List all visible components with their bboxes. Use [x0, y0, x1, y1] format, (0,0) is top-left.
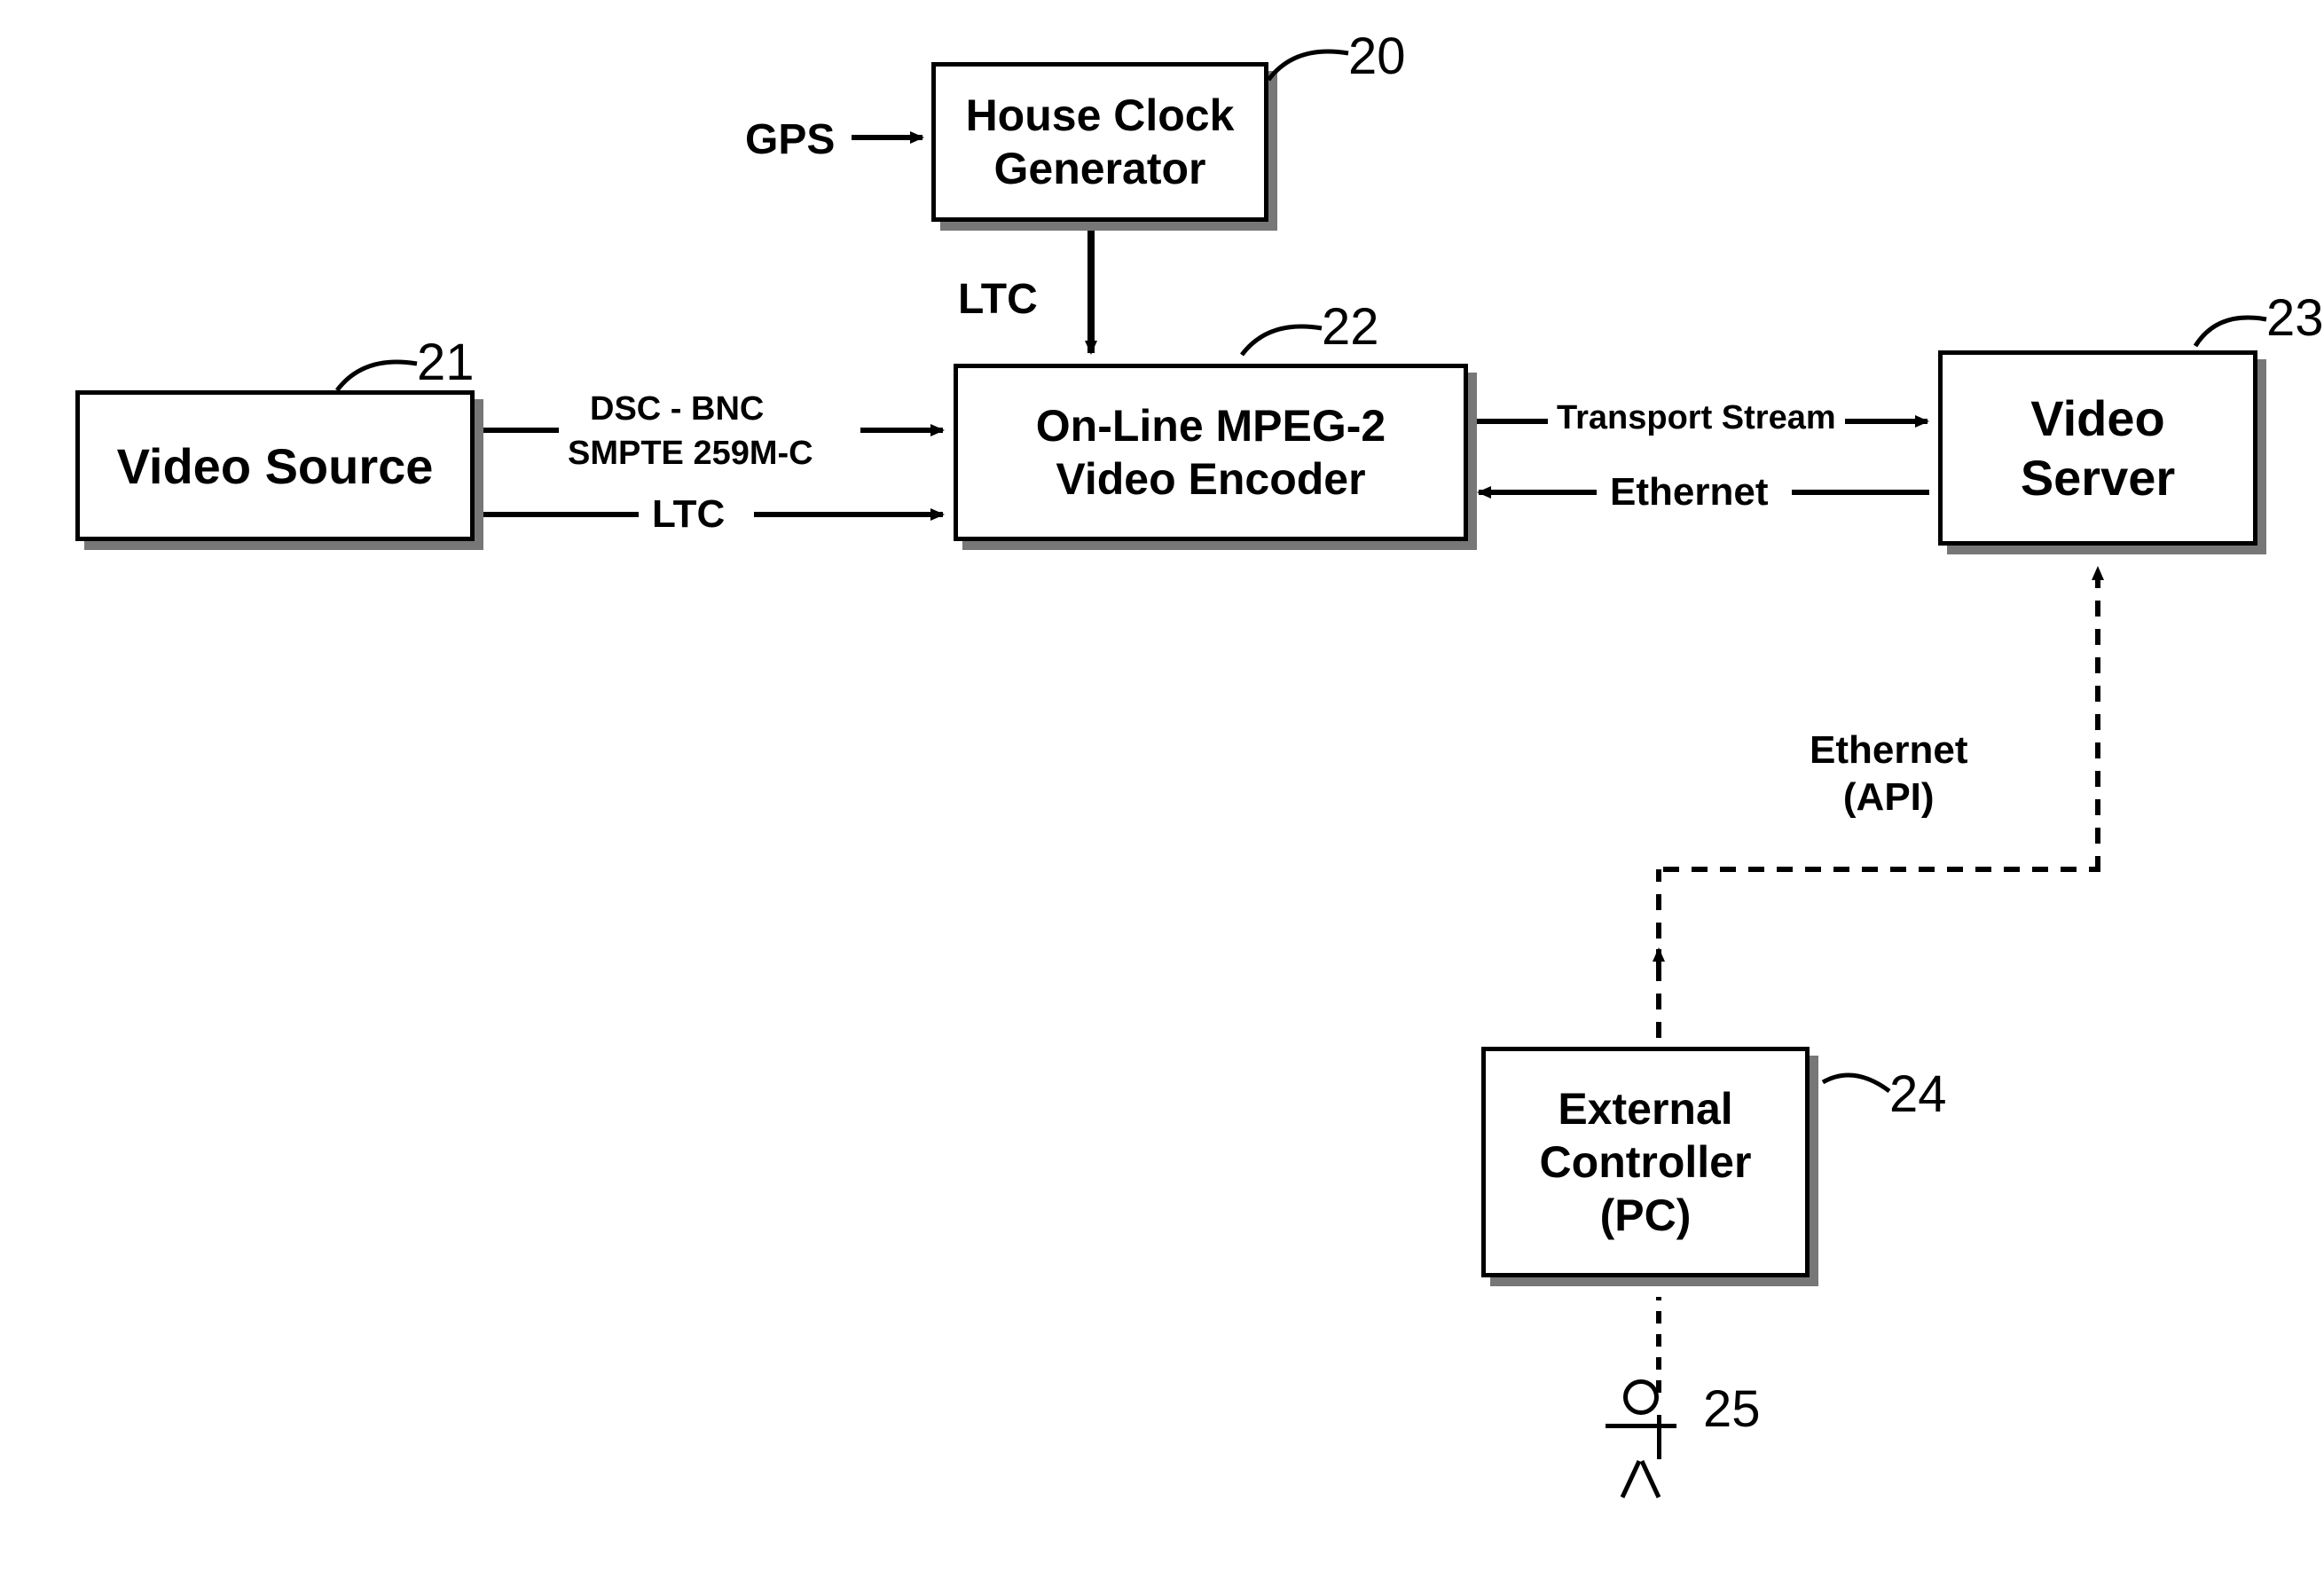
diagram-canvas: House ClockGenerator Video Source On-Lin…: [0, 0, 2324, 1571]
arrow-layer: [0, 0, 2324, 1571]
user-icon: [1623, 1379, 1694, 1544]
